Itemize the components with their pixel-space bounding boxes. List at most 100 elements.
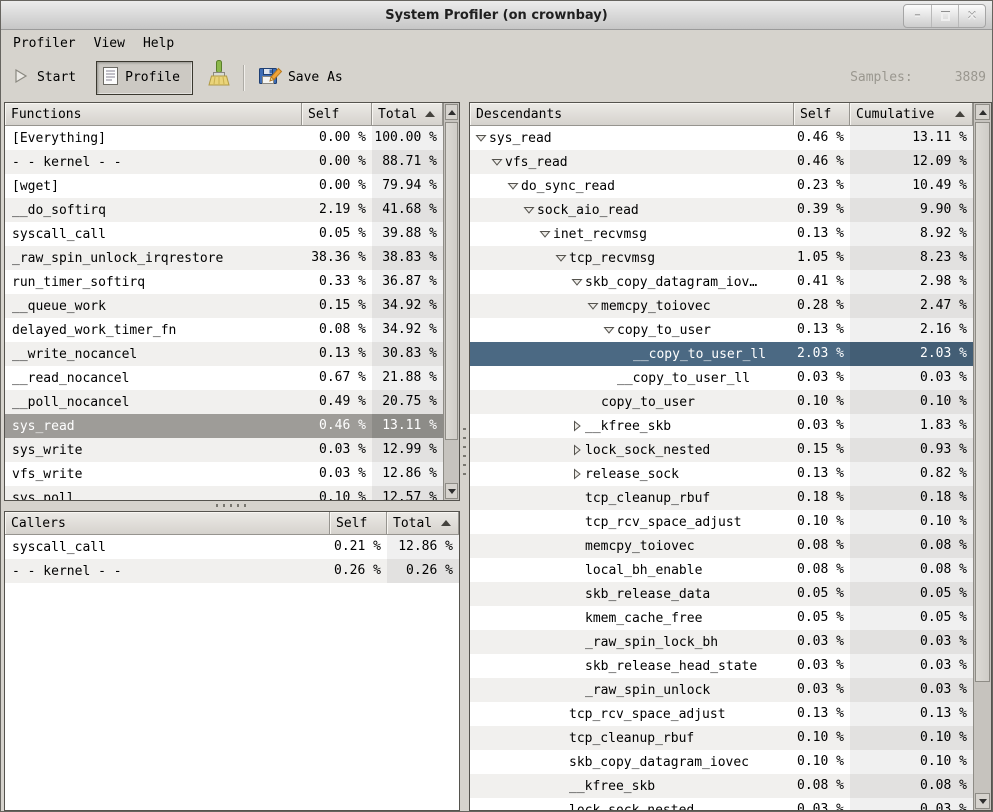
table-row[interactable]: - - kernel - -0.00 %88.71 % xyxy=(5,150,443,174)
tree-row[interactable]: __copy_to_user_ll0.03 %0.03 % xyxy=(470,366,973,390)
table-row[interactable]: sys_write0.03 %12.99 % xyxy=(5,438,443,462)
column-header-self[interactable]: Self xyxy=(302,103,372,126)
maximize-button[interactable] xyxy=(931,5,958,27)
table-row[interactable]: __poll_nocancel0.49 %20.75 % xyxy=(5,390,443,414)
tree-row[interactable]: release_sock0.13 %0.82 % xyxy=(470,462,973,486)
table-row[interactable]: [Everything]0.00 %100.00 % xyxy=(5,126,443,150)
cell-cumulative: 1.83 % xyxy=(850,414,973,438)
tree-row[interactable]: inet_recvmsg0.13 %8.92 % xyxy=(470,222,973,246)
expander-open-icon[interactable] xyxy=(601,318,617,342)
tree-row[interactable]: copy_to_user0.10 %0.10 % xyxy=(470,390,973,414)
expander-open-icon[interactable] xyxy=(521,198,537,222)
tree-row[interactable]: sock_aio_read0.39 %9.90 % xyxy=(470,198,973,222)
functions-scrollbar[interactable] xyxy=(443,103,459,500)
table-row[interactable]: syscall_call0.21 %12.86 % xyxy=(5,535,459,559)
tree-row[interactable]: copy_to_user0.13 %2.16 % xyxy=(470,318,973,342)
tree-row[interactable]: skb_copy_datagram_iovec0.10 %0.10 % xyxy=(470,750,973,774)
descendants-rows: sys_read0.46 %13.11 %vfs_read0.46 %12.09… xyxy=(470,126,973,810)
save-as-button[interactable]: Save As xyxy=(254,61,353,95)
descendants-scrollbar[interactable] xyxy=(973,103,991,810)
table-row[interactable]: __write_nocancel0.13 %30.83 % xyxy=(5,342,443,366)
pane-splitter-vertical-grip[interactable] xyxy=(463,428,466,482)
tree-row[interactable]: vfs_read0.46 %12.09 % xyxy=(470,150,973,174)
cell-name: copy_to_user xyxy=(470,318,794,342)
table-row[interactable]: delayed_work_timer_fn0.08 %34.92 % xyxy=(5,318,443,342)
tree-row[interactable]: __kfree_skb0.08 %0.08 % xyxy=(470,774,973,798)
tree-row[interactable]: memcpy_toiovec0.08 %0.08 % xyxy=(470,534,973,558)
expander-open-icon[interactable] xyxy=(569,270,585,294)
table-row[interactable]: __queue_work0.15 %34.92 % xyxy=(5,294,443,318)
expander-spacer xyxy=(569,510,585,534)
scroll-down-button[interactable] xyxy=(445,483,458,499)
tree-row[interactable]: skb_release_head_state0.03 %0.03 % xyxy=(470,654,973,678)
row-label: tcp_rcv_space_adjust xyxy=(585,515,742,530)
column-header-functions[interactable]: Functions xyxy=(5,103,302,126)
column-header-self[interactable]: Self xyxy=(330,512,387,535)
expander-spacer xyxy=(617,342,633,366)
cell-cumulative: 0.03 % xyxy=(850,654,973,678)
tree-row[interactable]: lock_sock_nested0.15 %0.93 % xyxy=(470,438,973,462)
scroll-up-button[interactable] xyxy=(445,104,458,120)
column-header-total[interactable]: Total xyxy=(372,103,443,126)
tree-indent xyxy=(473,774,553,798)
tree-row[interactable]: tcp_rcv_space_adjust0.10 %0.10 % xyxy=(470,510,973,534)
tree-row[interactable]: _raw_spin_unlock0.03 %0.03 % xyxy=(470,678,973,702)
tree-row[interactable]: local_bh_enable0.08 %0.08 % xyxy=(470,558,973,582)
column-header-cumulative[interactable]: Cumulative xyxy=(850,103,973,126)
table-row[interactable]: [wget]0.00 %79.94 % xyxy=(5,174,443,198)
scrollbar-thumb[interactable] xyxy=(975,122,990,682)
tree-row[interactable]: tcp_cleanup_rbuf0.18 %0.18 % xyxy=(470,486,973,510)
table-row[interactable]: sys_poll0.10 %12.57 % xyxy=(5,486,443,500)
cell-total: 13.11 % xyxy=(372,414,443,438)
table-row[interactable]: - - kernel - -0.26 %0.26 % xyxy=(5,559,459,583)
scroll-down-button[interactable] xyxy=(975,793,990,809)
tree-indent xyxy=(473,318,601,342)
table-row[interactable]: vfs_write0.03 %12.86 % xyxy=(5,462,443,486)
profile-toggle-button[interactable]: Profile xyxy=(96,61,193,95)
table-row[interactable]: syscall_call0.05 %39.88 % xyxy=(5,222,443,246)
column-header-callers[interactable]: Callers xyxy=(5,512,330,535)
table-row[interactable]: sys_read0.46 %13.11 % xyxy=(5,414,443,438)
tree-row[interactable]: __kfree_skb0.03 %1.83 % xyxy=(470,414,973,438)
menu-profiler[interactable]: Profiler xyxy=(11,33,85,54)
minimize-button[interactable]: – xyxy=(904,5,931,27)
expander-collapsed-icon[interactable] xyxy=(569,438,585,462)
expander-collapsed-icon[interactable] xyxy=(569,414,585,438)
start-button[interactable]: Start xyxy=(9,61,86,95)
close-button[interactable]: × xyxy=(958,5,985,27)
reset-button[interactable] xyxy=(203,58,234,97)
tree-row[interactable]: sys_read0.46 %13.11 % xyxy=(470,126,973,150)
scrollbar-thumb[interactable] xyxy=(445,122,458,440)
tree-row[interactable]: lock_sock_nested0.03 %0.03 % xyxy=(470,798,973,810)
table-row[interactable]: _raw_spin_unlock_irqrestore38.36 %38.83 … xyxy=(5,246,443,270)
expander-open-icon[interactable] xyxy=(505,174,521,198)
tree-row[interactable]: _raw_spin_lock_bh0.03 %0.03 % xyxy=(470,630,973,654)
tree-row[interactable]: __copy_to_user_ll2.03 %2.03 % xyxy=(470,342,973,366)
table-row[interactable]: run_timer_softirq0.33 %36.87 % xyxy=(5,270,443,294)
scroll-up-button[interactable] xyxy=(975,104,990,120)
tree-row[interactable]: kmem_cache_free0.05 %0.05 % xyxy=(470,606,973,630)
expander-open-icon[interactable] xyxy=(585,294,601,318)
tree-indent xyxy=(473,582,569,606)
tree-row[interactable]: tcp_cleanup_rbuf0.10 %0.10 % xyxy=(470,726,973,750)
expander-open-icon[interactable] xyxy=(473,126,489,150)
expander-open-icon[interactable] xyxy=(537,222,553,246)
tree-row[interactable]: tcp_recvmsg1.05 %8.23 % xyxy=(470,246,973,270)
column-header-total[interactable]: Total xyxy=(387,512,459,535)
pane-splitter-horizontal-grip[interactable] xyxy=(216,504,250,507)
tree-row[interactable]: skb_release_data0.05 %0.05 % xyxy=(470,582,973,606)
column-header-self[interactable]: Self xyxy=(794,103,850,126)
titlebar[interactable]: System Profiler (on crownbay) – × xyxy=(1,1,992,30)
tree-row[interactable]: tcp_rcv_space_adjust0.13 %0.13 % xyxy=(470,702,973,726)
table-row[interactable]: __read_nocancel0.67 %21.88 % xyxy=(5,366,443,390)
menu-view[interactable]: View xyxy=(85,33,134,54)
expander-collapsed-icon[interactable] xyxy=(569,462,585,486)
tree-row[interactable]: memcpy_toiovec0.28 %2.47 % xyxy=(470,294,973,318)
column-header-descendants[interactable]: Descendants xyxy=(470,103,794,126)
menu-help[interactable]: Help xyxy=(134,33,183,54)
expander-open-icon[interactable] xyxy=(553,246,569,270)
table-row[interactable]: __do_softirq2.19 %41.68 % xyxy=(5,198,443,222)
expander-open-icon[interactable] xyxy=(489,150,505,174)
tree-row[interactable]: do_sync_read0.23 %10.49 % xyxy=(470,174,973,198)
tree-row[interactable]: skb_copy_datagram_iov…0.41 %2.98 % xyxy=(470,270,973,294)
